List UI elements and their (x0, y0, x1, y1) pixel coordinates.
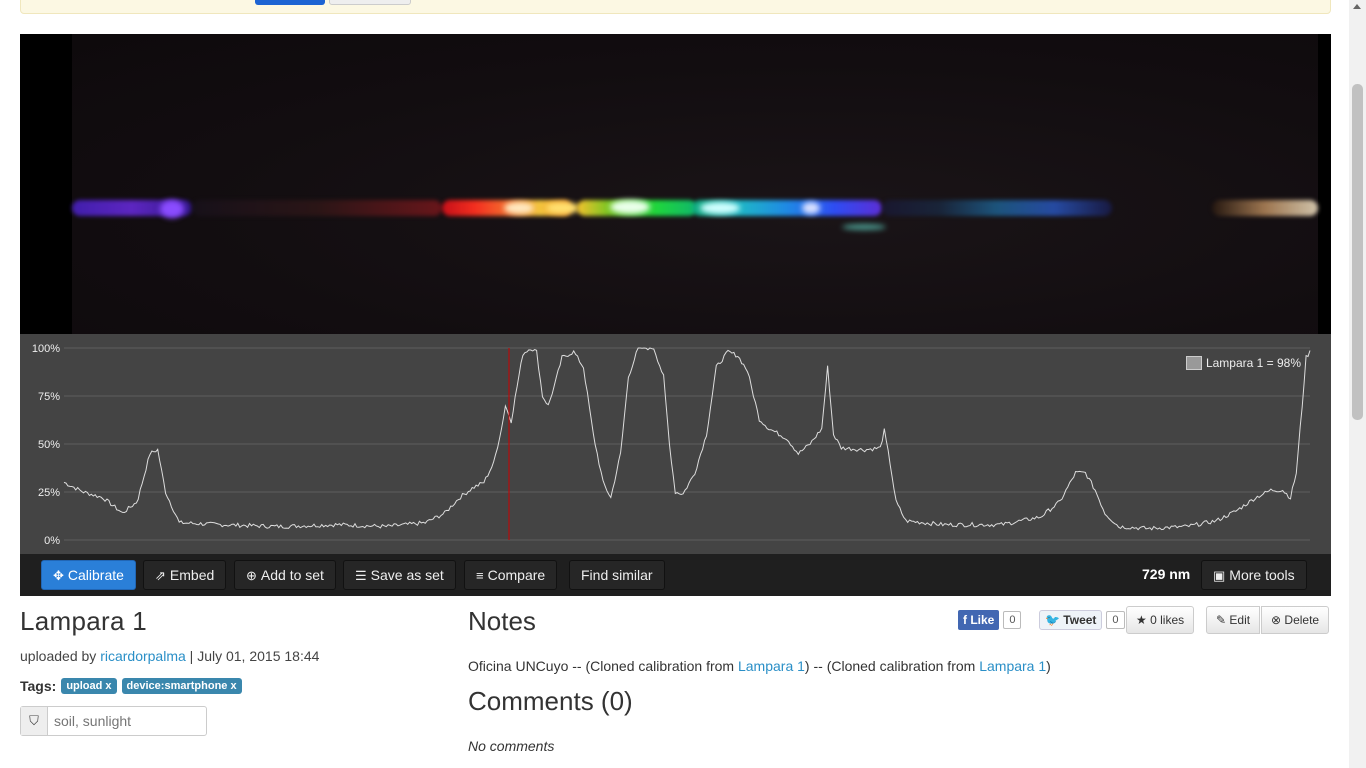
pencil-icon: ✎ (1216, 613, 1227, 627)
tweet-button[interactable]: 🐦 Tweet (1039, 610, 1103, 630)
facebook-like[interactable]: f Like 0 (958, 610, 1022, 630)
calibrate-button[interactable]: ✥ Calibrate (41, 560, 136, 590)
list-icon: ☰ (355, 568, 367, 583)
upload-date: July 01, 2015 18:44 (197, 648, 320, 664)
tweet[interactable]: 🐦 Tweet 0 (1039, 610, 1125, 630)
star-icon: ★ (1136, 613, 1147, 627)
edit-button[interactable]: ✎ Edit (1206, 606, 1261, 634)
wavelength-readout: 729 nm (1142, 566, 1191, 582)
likes-button[interactable]: ★ 0 likes (1126, 606, 1195, 634)
graph-y-ticks: 100% 75% 50% 25% 0% (32, 343, 60, 547)
y-tick-label: 75% (38, 391, 60, 403)
tag-upload[interactable]: upload x (61, 678, 117, 694)
add-to-set-button[interactable]: ⊕ Add to set (234, 560, 336, 590)
scroll-up-icon[interactable] (1353, 4, 1361, 9)
tweet-count: 0 (1106, 611, 1125, 629)
y-tick-label: 0% (44, 535, 60, 547)
spectrum-graph-svg[interactable]: 100% 75% 50% 25% 0% (20, 334, 1331, 554)
like-count: 0 (1003, 611, 1022, 629)
spectrum-title: Lampara 1 (20, 606, 147, 636)
page-scrollbar[interactable] (1349, 0, 1366, 768)
notice-secondary-button[interactable] (329, 0, 411, 5)
align-left-icon: ≡ (476, 568, 484, 583)
tags-row: Tags: upload x device:smartphone x (20, 678, 242, 694)
y-tick-label: 25% (38, 487, 60, 499)
spectrum-graph[interactable]: 100% 75% 50% 25% 0% Lampara 1 = 98% (20, 334, 1331, 554)
graph-grid (64, 347, 1310, 541)
more-tools-button[interactable]: ▣ More tools (1201, 560, 1307, 590)
notice-primary-button[interactable] (255, 0, 325, 5)
author-link[interactable]: ricardorpalma (100, 648, 186, 664)
notes-text: Oficina UNCuyo -- (Cloned calibration fr… (468, 658, 1051, 674)
find-similar-button[interactable]: Find similar (569, 560, 665, 590)
uploaded-by: uploaded by ricardorpalma | July 01, 201… (20, 648, 320, 664)
embed-button[interactable]: ⇗ Embed (143, 560, 227, 590)
remove-circle-icon: ⊗ (1271, 613, 1282, 627)
save-as-set-button[interactable]: ☰ Save as set (343, 560, 456, 590)
series-line (63, 347, 1311, 531)
briefcase-icon: ▣ (1213, 568, 1226, 583)
facebook-like-button[interactable]: f Like (958, 610, 1000, 630)
spectrum-image-area (72, 34, 1318, 334)
no-comments-text: No comments (468, 738, 555, 754)
tag-input-group: ⛉ (20, 706, 207, 736)
twitter-icon: 🐦 (1045, 613, 1060, 627)
crosshair-icon: ✥ (53, 568, 64, 583)
spectrum-toolbar: ✥ Calibrate ⇗ Embed ⊕ Add to set ☰ Save as s… (20, 554, 1331, 596)
compare-button[interactable]: ≡ Compare (464, 560, 558, 590)
tag-device-smartphone[interactable]: device:smartphone x (121, 678, 242, 694)
graph-legend[interactable]: Lampara 1 = 98% (1185, 356, 1301, 370)
plus-circle-icon: ⊕ (246, 568, 257, 583)
delete-button[interactable]: ⊗ Delete (1261, 606, 1330, 634)
cloned-calibration-link-2[interactable]: Lampara 1 (979, 658, 1046, 674)
y-tick-label: 50% (38, 439, 60, 451)
share-icon: ⇗ (155, 568, 166, 583)
tag-input[interactable] (48, 707, 198, 735)
tags-icon: ⛉ (21, 707, 48, 735)
legend-swatch[interactable] (1185, 356, 1202, 370)
scroll-thumb[interactable] (1352, 84, 1363, 420)
y-tick-label: 100% (32, 343, 60, 355)
cloned-calibration-link-1[interactable]: Lampara 1 (738, 658, 805, 674)
legend-label: Lampara 1 = 98% (1205, 356, 1301, 370)
comments-heading: Comments (0) (468, 686, 633, 716)
spectrum-image[interactable] (20, 34, 1331, 334)
facebook-icon: f (963, 613, 967, 627)
notice-bar (20, 0, 1331, 14)
notes-heading: Notes (468, 606, 536, 636)
